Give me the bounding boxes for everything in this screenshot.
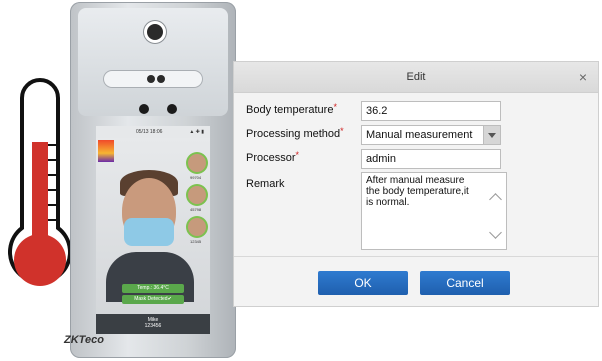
user-id: 123456	[144, 323, 162, 329]
body-temperature-label: Body temperature*	[246, 102, 337, 116]
processing-method-select[interactable]: Manual measurement	[362, 126, 500, 144]
lens-left	[139, 104, 149, 114]
remark-label: Remark	[246, 178, 285, 190]
device-screen: 05/13 18:06 ▲ ✚ ▮ 99704 45798 12345 Temp…	[96, 126, 210, 334]
avatar	[188, 218, 206, 236]
scroll-down-icon[interactable]	[489, 226, 502, 239]
device-top-panel	[78, 8, 228, 116]
cancel-button[interactable]: Cancel	[420, 271, 510, 295]
mask-detected-chip: Mask Detected✔	[122, 295, 184, 304]
avatar	[188, 154, 206, 172]
thermal-preview	[98, 140, 114, 162]
required-mark: *	[333, 102, 337, 112]
processing-method-value: Manual measurement	[366, 129, 473, 141]
screen-status-bar: 05/13 18:06 ▲ ✚ ▮	[96, 126, 210, 138]
remark-textarea[interactable]: After manual measure the body temperatur…	[362, 173, 506, 249]
required-mark: *	[340, 126, 344, 136]
avatar-id: 99704	[190, 175, 202, 180]
required-mark: *	[295, 150, 300, 160]
dialog-title: Edit	[406, 71, 426, 83]
dialog-header: Edit ×	[234, 62, 598, 93]
camera-icon	[147, 24, 163, 40]
processor-label: Processor*	[246, 150, 300, 164]
screen-bottom-bar: Mike 123456	[96, 314, 210, 334]
close-icon[interactable]: ×	[574, 68, 592, 86]
ir-sensor-bar	[103, 70, 203, 88]
dialog-divider	[234, 256, 598, 257]
brand-logo: ZKTeco	[64, 334, 104, 346]
ir-sensor-right	[157, 75, 165, 83]
processor-input[interactable]: admin	[362, 150, 500, 168]
body-temperature-input[interactable]: 36.2	[362, 102, 500, 120]
processing-method-label: Processing method*	[246, 126, 344, 140]
face-mask	[124, 218, 174, 246]
lens-right	[167, 104, 177, 114]
remark-text: After manual measure the body temperatur…	[366, 175, 469, 208]
dropdown-arrow-icon[interactable]	[484, 126, 500, 144]
user-name: Mike	[147, 317, 159, 323]
temperature-chip: Temp.: 36.4°C	[122, 284, 184, 293]
status-icons: ▲ ✚ ▮	[189, 129, 204, 135]
edit-dialog: Edit × Body temperature* 36.2 Processing…	[234, 62, 598, 306]
face-recognition-terminal: 05/13 18:06 ▲ ✚ ▮ 99704 45798 12345 Temp…	[70, 2, 236, 358]
avatar-id: 12345	[190, 239, 202, 244]
avatar-id: 45798	[190, 207, 202, 212]
screen-date-time: 05/13 18:06	[136, 129, 163, 135]
scroll-up-icon[interactable]	[489, 193, 502, 206]
ok-button[interactable]: OK	[318, 271, 408, 295]
avatar	[188, 186, 206, 204]
ir-sensor-left	[147, 75, 155, 83]
